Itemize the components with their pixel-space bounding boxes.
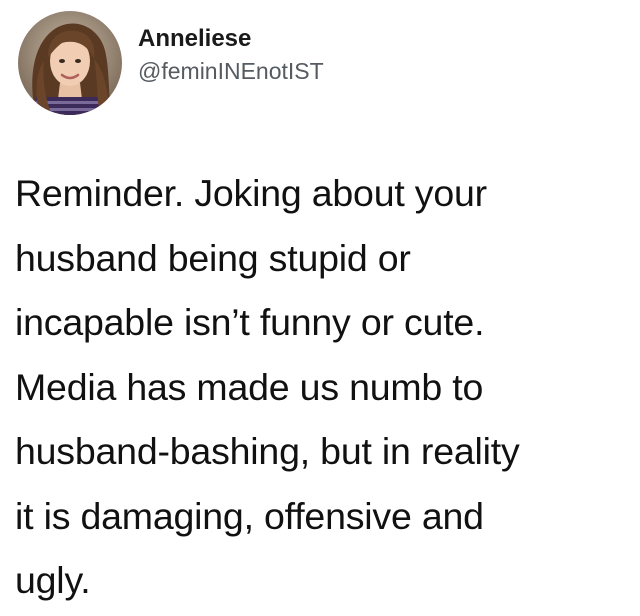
avatar[interactable] [18,11,122,115]
tweet-text-line: Media has made us numb to [15,365,484,408]
tweet-text-line: ugly. [15,559,91,601]
tweet-text-line: incapable isn’t funny or cute. [15,301,485,343]
tweet-text-line: husband being stupid or [15,236,411,279]
display-name[interactable]: Anneliese [138,24,324,54]
tweet-text-line: Reminder. Joking about your [15,172,487,214]
user-handle[interactable]: @feminINEnotIST [138,56,324,86]
tweet-header: Anneliese @feminINEnotIST [18,10,324,116]
tweet-text-line: it is damaging, offensive and [15,494,484,537]
tweet-text-line: husband-bashing, but in reality [15,430,520,472]
author-names: Anneliese @feminINEnotIST [138,24,324,86]
profile-photo-icon [18,11,122,115]
tweet-text: Reminder. Joking about your husband bein… [15,161,630,613]
tweet-card: Anneliese @feminINEnotIST Reminder. Joki… [0,0,640,616]
